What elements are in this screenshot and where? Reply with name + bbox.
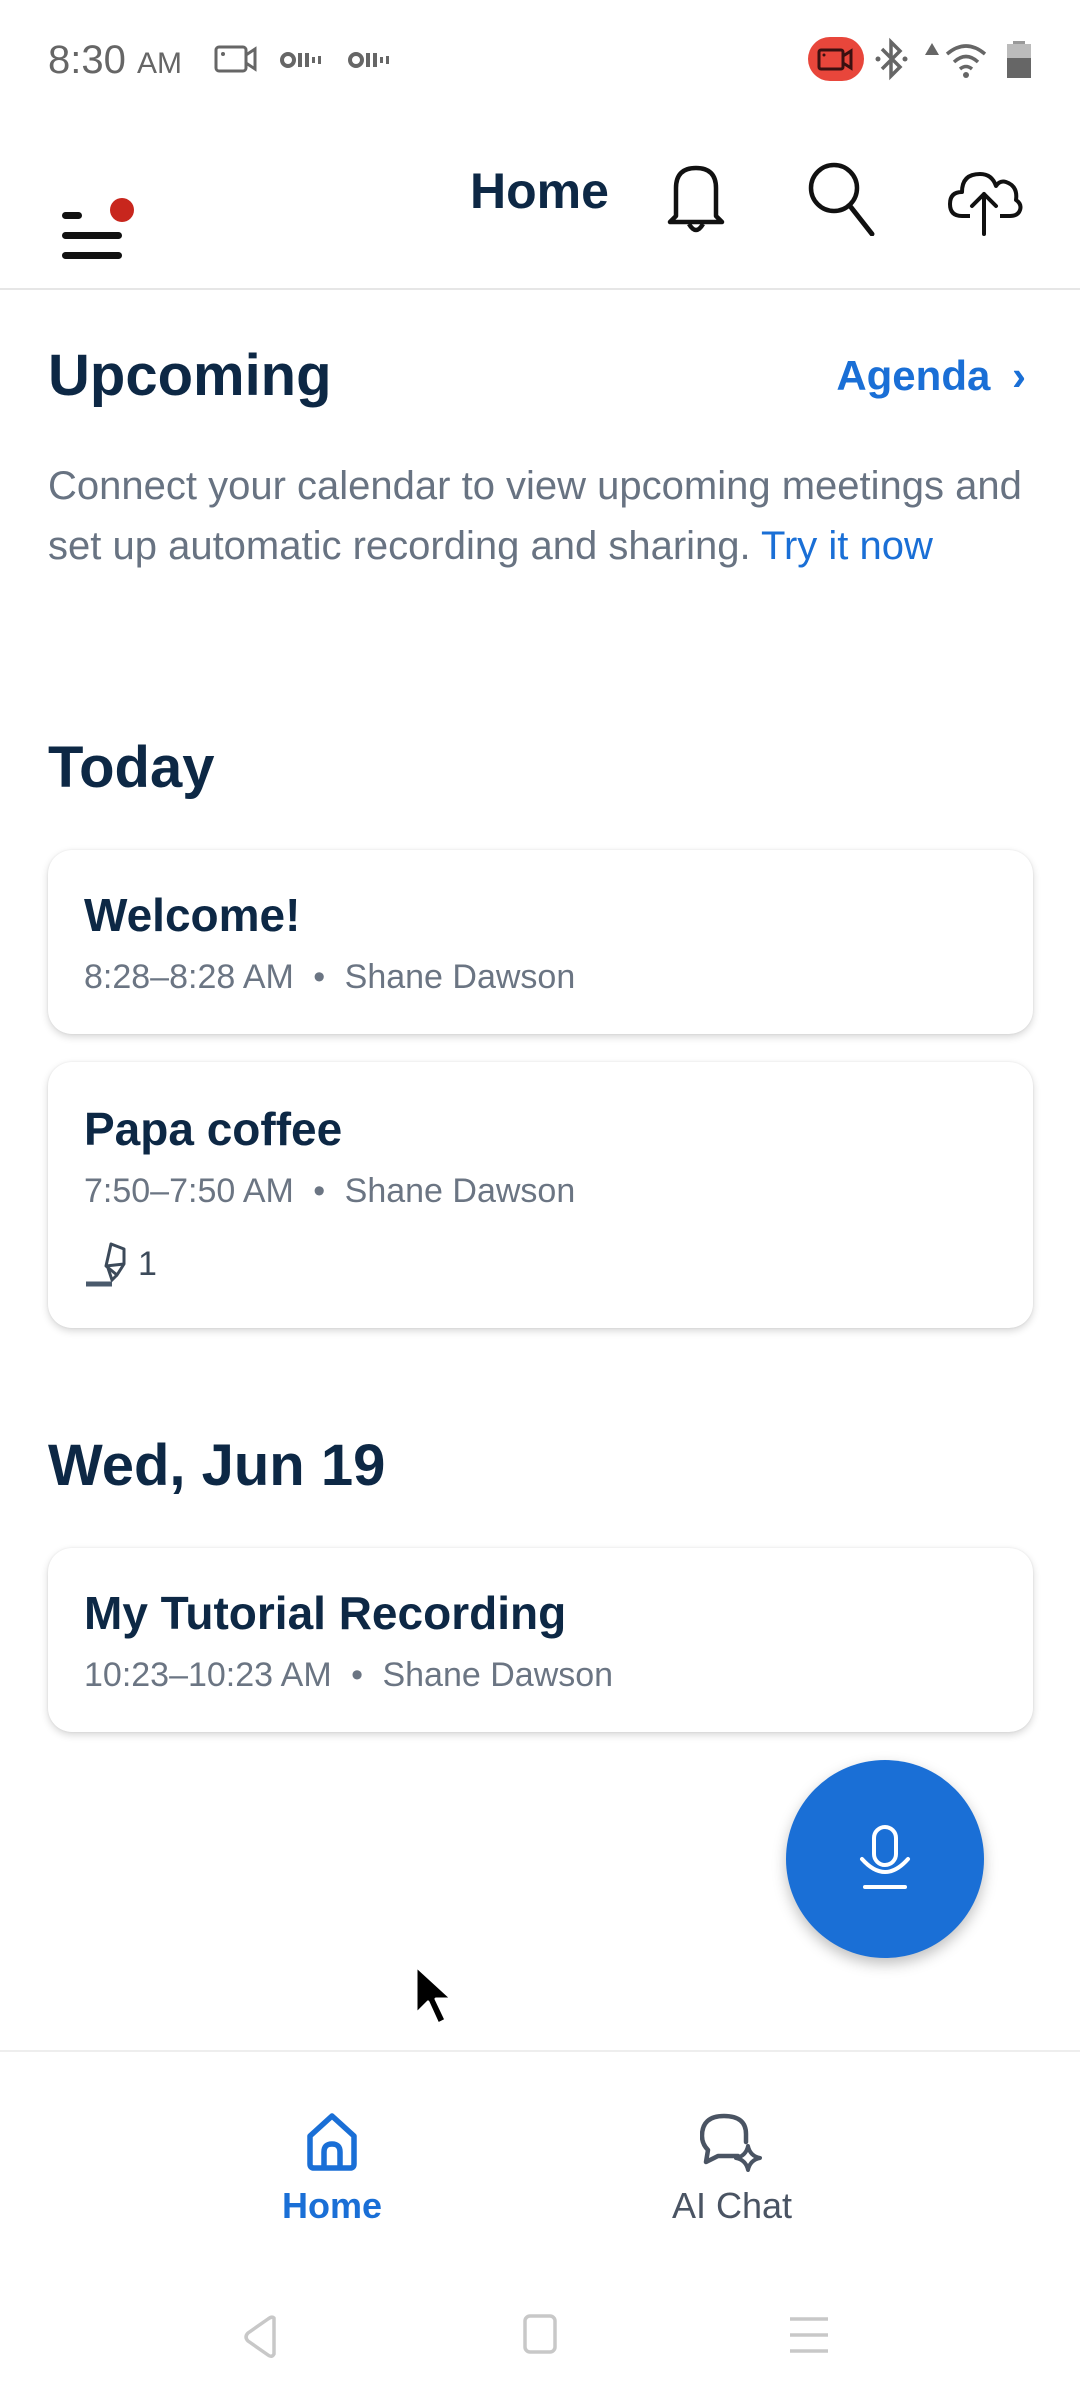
meta-separator: • (313, 1172, 326, 1210)
recording-owner: Shane Dawson (344, 958, 576, 996)
highlight-count-badge: 1 (84, 1240, 157, 1288)
menu-button[interactable] (60, 160, 140, 259)
battery-icon (1007, 41, 1031, 78)
recording-title: Papa coffee (84, 1103, 343, 1155)
ai-chat-icon (699, 2113, 762, 2172)
recording-owner: Shane Dawson (382, 1656, 614, 1694)
section-heading-today: Today (48, 735, 215, 800)
status-time: 8:30 AM (48, 38, 182, 83)
recording-meta: 8:28–8:28 AM • Shane Dawson (84, 958, 575, 997)
notifications-button[interactable] (656, 156, 736, 236)
meta-separator: • (351, 1656, 364, 1694)
tab-ai-chat[interactable]: AI Chat (632, 2112, 832, 2227)
recording-card[interactable]: Welcome! 8:28–8:28 AM • Shane Dawson (48, 850, 1033, 1034)
recent-apps-icon[interactable] (784, 2310, 834, 2360)
menu-line (62, 252, 122, 259)
highlighter-icon (86, 1242, 126, 1287)
agenda-link-label: Agenda (836, 352, 991, 399)
recording-owner: Shane Dawson (344, 1172, 576, 1210)
recording-time: 10:23–10:23 AM (84, 1656, 332, 1694)
recording-card[interactable]: My Tutorial Recording 10:23–10:23 AM • S… (48, 1548, 1033, 1732)
section-heading-date: Wed, Jun 19 (48, 1433, 386, 1498)
calendar-connect-prompt: Connect your calendar to view upcoming m… (48, 456, 1038, 576)
page-title: Home (470, 163, 609, 219)
cloud-upload-icon (948, 172, 1023, 236)
search-button[interactable] (800, 156, 880, 237)
recording-title: My Tutorial Recording (84, 1587, 567, 1639)
tab-ai-chat-label: AI Chat (671, 2185, 793, 2226)
microphone-icon (860, 1825, 910, 1889)
recording-card[interactable]: Papa coffee 7:50–7:50 AM • Shane Dawson … (48, 1062, 1033, 1328)
back-icon[interactable] (236, 2310, 286, 2360)
status-bar: 8:30 AM (0, 0, 1080, 120)
recording-active-indicator (808, 37, 864, 81)
voicemail-icon (348, 52, 389, 68)
recording-active-icon (817, 48, 853, 71)
recording-time: 7:50–7:50 AM (84, 1172, 294, 1210)
mouse-pointer-icon (414, 1964, 454, 2026)
notification-dot (110, 198, 134, 222)
wifi-icon (945, 44, 987, 78)
recording-time: 8:28–8:28 AM (84, 958, 294, 996)
system-navigation-bar (0, 2280, 1080, 2400)
meta-separator: • (313, 958, 326, 996)
home-icon (307, 2113, 357, 2171)
data-arrow-icon (925, 43, 939, 55)
highlight-count: 1 (138, 1244, 157, 1283)
agenda-link[interactable]: Agenda › (836, 352, 1026, 400)
record-button[interactable] (786, 1760, 984, 1958)
try-it-now-link[interactable]: Try it now (761, 524, 933, 568)
recording-meta: 7:50–7:50 AM • Shane Dawson (84, 1172, 575, 1211)
bluetooth-icon (875, 37, 908, 81)
search-icon (808, 162, 875, 237)
status-time-value: 8:30 (48, 38, 126, 82)
menu-line (62, 212, 82, 219)
app-header: Home (0, 120, 1080, 290)
recording-meta: 10:23–10:23 AM • Shane Dawson (84, 1656, 613, 1695)
bell-icon (667, 165, 725, 233)
home-system-icon[interactable] (515, 2310, 565, 2360)
screen-record-icon (214, 45, 257, 73)
recording-title: Welcome! (84, 889, 301, 941)
upload-button[interactable] (944, 156, 1024, 236)
upcoming-heading: Upcoming (48, 343, 332, 408)
status-ampm: AM (136, 47, 182, 80)
menu-line (62, 232, 122, 239)
voicemail-icon (280, 52, 321, 68)
tab-home[interactable]: Home (232, 2112, 432, 2227)
chevron-right-icon: › (1012, 352, 1026, 399)
tab-home-label: Home (281, 2185, 383, 2226)
bottom-navigation: Home AI Chat (0, 2050, 1080, 2250)
